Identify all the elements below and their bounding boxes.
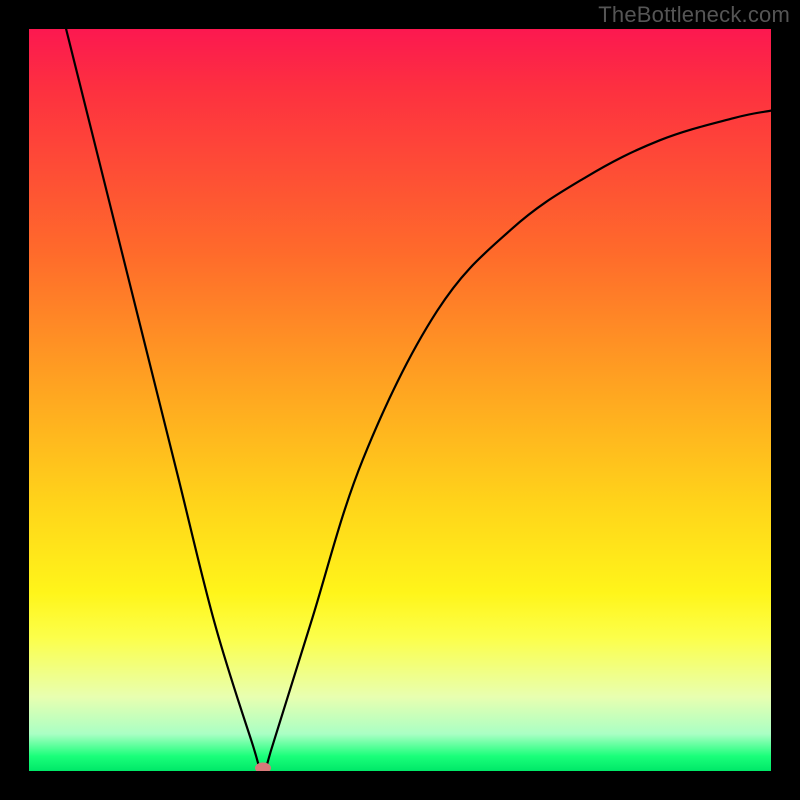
chart-frame: TheBottleneck.com (0, 0, 800, 800)
watermark-text: TheBottleneck.com (598, 2, 790, 28)
plot-area (29, 29, 771, 771)
bottleneck-curve (29, 29, 771, 771)
optimal-point-marker (255, 763, 271, 772)
